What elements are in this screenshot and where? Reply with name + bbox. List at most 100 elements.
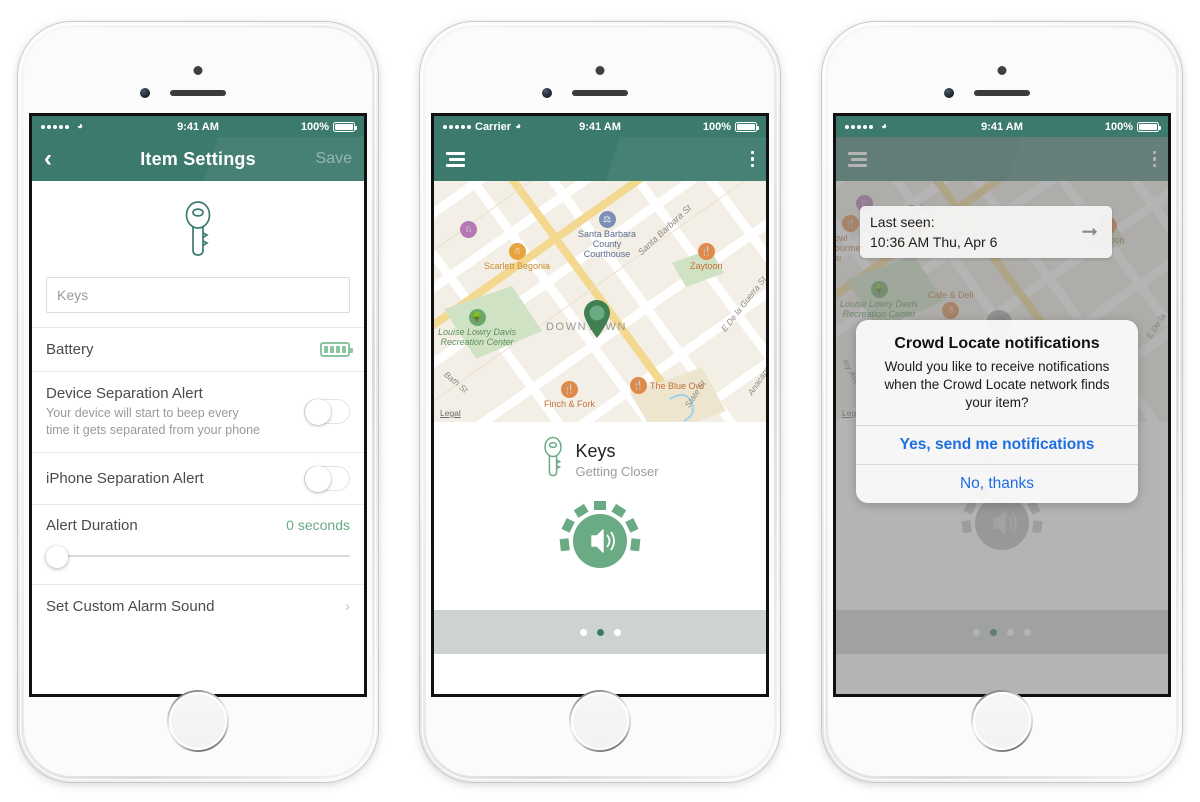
carrier-label: Carrier [475, 120, 512, 133]
device-front-panel: ◕ 9:41 AM 100% ♘ 🍴 owl ourmet ar Cafe & … [828, 28, 1176, 776]
home-button[interactable] [569, 690, 631, 752]
status-battery-icon [735, 121, 760, 132]
page-dot[interactable] [973, 628, 980, 636]
screen-item-settings: ◕ 9:41 AM 100% ‹ Item Settings Save Keys… [32, 116, 364, 694]
settings-row-label: Device Separation Alert [46, 385, 203, 402]
kebab-menu-icon[interactable] [750, 150, 754, 168]
front-camera [140, 88, 150, 98]
alert-body: Crowd Locate notifications Would you lik… [856, 320, 1138, 425]
nav-bar [434, 137, 766, 181]
settings-list: Keys Battery Device Separation Alert You… [32, 181, 364, 694]
battery-percent-label: 100% [1104, 120, 1133, 133]
earpiece-speaker [572, 90, 628, 96]
settings-row-battery[interactable]: Battery [32, 327, 364, 371]
item-header: Keys Getting Closer [434, 436, 766, 483]
battery-percent-label: 100% [702, 120, 731, 133]
screenshot-stage: ◕ 9:41 AM 100% ‹ Item Settings Save Keys… [0, 0, 1200, 802]
status-bar-right: 100% [600, 120, 760, 133]
item-name-input[interactable]: Keys [46, 277, 350, 313]
page-dot-active[interactable] [596, 628, 604, 636]
status-bar: ◕ 9:41 AM 100% [32, 116, 364, 137]
device-front-panel: Carrier ◕ 9:41 AM 100% ♘ ☃ Scarlett Bego… [426, 28, 774, 776]
settings-row-iphone-separation-alert[interactable]: iPhone Separation Alert [32, 451, 364, 504]
page-dot[interactable] [613, 628, 621, 636]
map-view[interactable]: ♘ ☃ Scarlett Begonia ⚖ Santa Barbara Cou… [434, 181, 766, 422]
page-title: Item Settings [140, 148, 256, 169]
alert-title: Crowd Locate notifications [894, 335, 1100, 352]
page-dot[interactable] [1007, 628, 1014, 636]
status-bar-left: ◕ [845, 121, 1002, 132]
map-pin-icon[interactable] [582, 299, 612, 339]
back-chevron-icon[interactable]: ‹ [44, 147, 52, 171]
page-dot[interactable] [579, 628, 587, 636]
page-dot[interactable] [1024, 628, 1031, 636]
signal-strength-icon [845, 124, 873, 129]
ring-item-button[interactable] [556, 497, 644, 582]
proximity-sensor [595, 66, 605, 75]
home-button[interactable] [167, 690, 229, 752]
settings-row-alert-duration: Alert Duration 0 seconds [32, 503, 364, 584]
alert-duration-slider[interactable] [46, 544, 350, 568]
iphone-device-item-settings: ◕ 9:41 AM 100% ‹ Item Settings Save Keys… [18, 22, 378, 782]
iphone-device-map-found: Carrier ◕ 9:41 AM 100% ♘ ☃ Scarlett Bego… [420, 22, 780, 782]
item-name-label: Keys [575, 440, 616, 461]
settings-row-description: Your device will start to beep every tim… [46, 406, 261, 437]
status-bar-right: 100% [1002, 120, 1162, 133]
settings-row-text: Device Separation Alert Your device will… [46, 385, 261, 439]
last-seen-callout[interactable]: Last seen: 10:36 AM Thu, Apr 6 ➞ [860, 206, 1112, 258]
iphone-separation-alert-toggle[interactable] [304, 465, 350, 492]
alert-duration-header: Alert Duration 0 seconds [46, 517, 350, 534]
item-panel: Keys Getting Closer [434, 422, 766, 610]
battery-icon [320, 342, 353, 357]
battery-percent-label: 100% [300, 120, 329, 133]
page-dot-active[interactable] [990, 628, 997, 636]
nav-bar: ‹ Item Settings Save [32, 137, 364, 181]
settings-row-label: Set Custom Alarm Sound [46, 597, 215, 615]
signal-strength-icon [443, 124, 471, 129]
home-button[interactable] [971, 690, 1033, 752]
alert-message: Would you like to receive notifications … [884, 359, 1110, 410]
crowd-locate-alert-dialog: Crowd Locate notifications Would you lik… [856, 320, 1138, 504]
proximity-sensor [997, 66, 1007, 75]
wifi-icon: ◕ [515, 120, 522, 132]
settings-row-label: iPhone Separation Alert [46, 469, 204, 487]
item-state-label: Getting Closer [575, 463, 659, 479]
wifi-icon: ◕ [77, 120, 84, 132]
iphone-device-crowd-locate: ◕ 9:41 AM 100% ♘ 🍴 owl ourmet ar Cafe & … [822, 22, 1182, 782]
last-seen-timestamp: 10:36 AM Thu, Apr 6 [870, 234, 998, 250]
settings-row-label: Battery [46, 341, 94, 358]
page-indicator[interactable] [836, 610, 1168, 654]
hamburger-menu-icon[interactable] [848, 151, 867, 167]
alert-duration-value: 0 seconds [286, 517, 350, 534]
alert-secondary-button[interactable]: No, thanks [856, 464, 1138, 503]
item-name-field-wrap: Keys [32, 277, 364, 327]
status-bar-left: ◕ [41, 120, 198, 132]
alert-duration-label: Alert Duration [46, 516, 138, 534]
device-separation-alert-toggle[interactable] [304, 399, 350, 426]
item-key-icon [32, 181, 364, 277]
hamburger-menu-icon[interactable] [446, 151, 465, 167]
directions-arrow-icon[interactable]: ➞ [1081, 222, 1102, 242]
kebab-menu-icon[interactable] [1152, 150, 1156, 168]
slider-thumb[interactable] [46, 545, 68, 568]
status-battery-icon [1137, 121, 1162, 132]
status-bar: Carrier ◕ 9:41 AM 100% [434, 116, 766, 137]
map-legal-link[interactable]: Legal [440, 408, 461, 418]
save-button[interactable]: Save [316, 150, 352, 168]
device-front-panel: ◕ 9:41 AM 100% ‹ Item Settings Save Keys… [24, 28, 372, 776]
ring-item-button-wrap [434, 497, 766, 582]
last-seen-title: Last seen: [870, 214, 935, 230]
nav-bar [836, 137, 1168, 181]
status-battery-icon [333, 121, 358, 132]
status-bar-left: Carrier ◕ [443, 121, 600, 133]
alert-primary-button[interactable]: Yes, send me notifications [856, 425, 1138, 464]
earpiece-speaker [974, 90, 1030, 96]
status-bar: ◕ 9:41 AM 100% [836, 116, 1168, 137]
settings-row-device-separation-alert[interactable]: Device Separation Alert Your device will… [32, 371, 364, 452]
page-indicator[interactable] [434, 610, 766, 654]
settings-row-set-custom-alarm-sound[interactable]: Set Custom Alarm Sound › [32, 583, 364, 628]
screen-map-found: Carrier ◕ 9:41 AM 100% ♘ ☃ Scarlett Bego… [434, 116, 766, 694]
slider-track [50, 554, 350, 557]
item-header-text: Keys Getting Closer [575, 441, 658, 479]
status-bar-right: 100% [198, 120, 358, 133]
